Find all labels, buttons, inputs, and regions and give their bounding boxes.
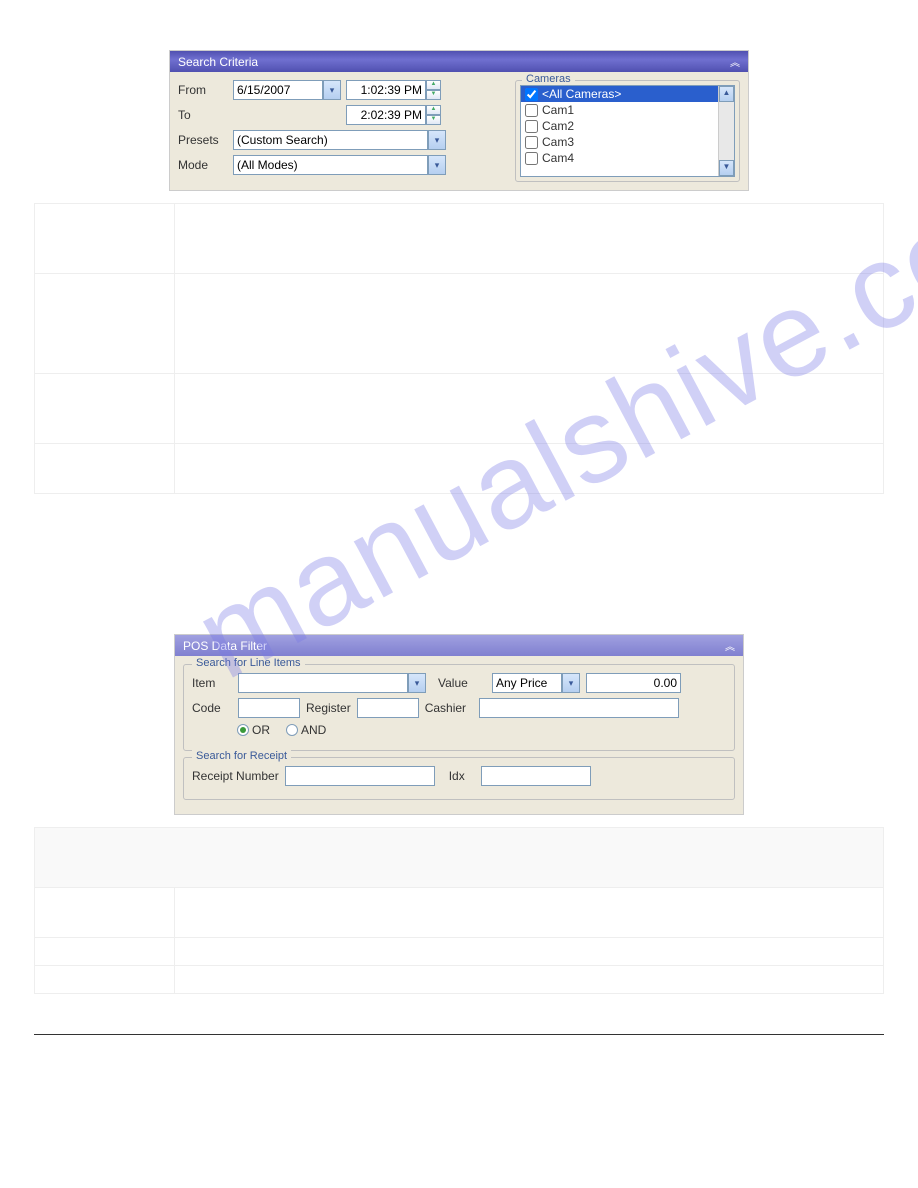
group-legend: Search for Line Items (192, 657, 305, 669)
idx-input[interactable] (481, 766, 591, 786)
scrollbar[interactable]: ▲ ▼ (718, 86, 734, 176)
table-cell (175, 444, 884, 494)
mode-select[interactable] (233, 155, 446, 175)
to-label: To (178, 108, 233, 122)
scroll-down-icon[interactable]: ▼ (719, 160, 734, 176)
presets-input[interactable] (233, 130, 428, 150)
camera-checkbox[interactable] (525, 120, 538, 133)
table-cell (175, 274, 884, 374)
chevron-up-icon[interactable]: ︽ (725, 638, 735, 653)
to-time-spinner[interactable]: ▲ ▼ (426, 105, 441, 125)
table-cell (35, 204, 175, 274)
pos-data-filter-panel: POS Data Filter ︽ Search for Line Items … (174, 634, 744, 815)
code-label: Code (192, 701, 232, 715)
presets-label: Presets (178, 133, 233, 147)
spinner-up-icon[interactable]: ▲ (426, 80, 441, 90)
camera-item[interactable]: Cam4 (521, 150, 734, 166)
table-cell (35, 274, 175, 374)
camera-label: Cam3 (542, 135, 574, 149)
table-cell (175, 966, 884, 994)
radio-icon (286, 724, 298, 736)
cameras-group: Cameras <All Cameras> Cam1 Cam2 Cam3 (515, 80, 740, 182)
or-radio[interactable]: OR (237, 723, 270, 737)
item-input[interactable] (238, 673, 408, 693)
table-cell (175, 204, 884, 274)
camera-label: Cam4 (542, 151, 574, 165)
chevron-down-icon[interactable] (428, 155, 446, 175)
value-label: Value (438, 676, 486, 690)
spinner-down-icon[interactable]: ▼ (426, 90, 441, 100)
from-time-spinner[interactable]: ▲ ▼ (426, 80, 441, 100)
from-date-picker[interactable] (233, 80, 341, 100)
scroll-up-icon[interactable]: ▲ (719, 86, 734, 102)
search-line-items-group: Search for Line Items Item Value Code Re… (183, 664, 735, 751)
cashier-label: Cashier (425, 701, 473, 715)
receipt-number-label: Receipt Number (192, 769, 279, 783)
table-cell (35, 938, 175, 966)
from-date-input[interactable] (233, 80, 323, 100)
chevron-down-icon[interactable] (428, 130, 446, 150)
spinner-up-icon[interactable]: ▲ (426, 105, 441, 115)
camera-item[interactable]: Cam1 (521, 102, 734, 118)
receipt-number-input[interactable] (285, 766, 435, 786)
idx-label: Idx (449, 769, 465, 783)
camera-label: <All Cameras> (542, 87, 621, 101)
table-cell (175, 374, 884, 444)
panel-title: Search Criteria (178, 55, 258, 69)
table-cell (35, 966, 175, 994)
table-cell (35, 888, 175, 938)
table-cell (35, 374, 175, 444)
and-radio[interactable]: AND (286, 723, 326, 737)
mode-label: Mode (178, 158, 233, 172)
description-table-2 (34, 827, 884, 994)
register-label: Register (306, 701, 351, 715)
code-input[interactable] (238, 698, 300, 718)
spinner-down-icon[interactable]: ▼ (426, 115, 441, 125)
radio-icon (237, 724, 249, 736)
camera-item[interactable]: Cam3 (521, 134, 734, 150)
table-cell (175, 888, 884, 938)
group-legend: Search for Receipt (192, 750, 291, 762)
cashier-input[interactable] (479, 698, 679, 718)
camera-checkbox[interactable] (525, 88, 538, 101)
search-criteria-panel: Search Criteria ︽ From ▲ ▼ To (169, 50, 749, 191)
item-label: Item (192, 676, 232, 690)
camera-label: Cam1 (542, 103, 574, 117)
table-cell (175, 938, 884, 966)
value-amount-input[interactable] (586, 673, 681, 693)
radio-label: AND (301, 723, 326, 737)
chevron-down-icon[interactable] (562, 673, 580, 693)
chevron-up-icon[interactable]: ︽ (730, 54, 740, 69)
chevron-down-icon[interactable] (408, 673, 426, 693)
cameras-listbox[interactable]: <All Cameras> Cam1 Cam2 Cam3 Cam4 (520, 85, 735, 177)
presets-select[interactable] (233, 130, 446, 150)
camera-checkbox[interactable] (525, 136, 538, 149)
panel-title: POS Data Filter (183, 639, 267, 653)
table-header-cell (35, 828, 884, 888)
from-time-input[interactable] (346, 80, 426, 100)
value-select[interactable] (492, 673, 580, 693)
table-cell (35, 444, 175, 494)
value-type-input[interactable] (492, 673, 562, 693)
chevron-down-icon[interactable] (323, 80, 341, 100)
camera-item-all[interactable]: <All Cameras> (521, 86, 734, 102)
register-input[interactable] (357, 698, 419, 718)
search-receipt-group: Search for Receipt Receipt Number Idx (183, 757, 735, 800)
from-label: From (178, 83, 233, 97)
mode-input[interactable] (233, 155, 428, 175)
camera-item[interactable]: Cam2 (521, 118, 734, 134)
item-select[interactable] (238, 673, 426, 693)
pos-filter-header[interactable]: POS Data Filter ︽ (175, 635, 743, 656)
search-criteria-header[interactable]: Search Criteria ︽ (170, 51, 748, 72)
camera-checkbox[interactable] (525, 104, 538, 117)
description-table-1 (34, 203, 884, 494)
camera-checkbox[interactable] (525, 152, 538, 165)
cameras-legend: Cameras (522, 73, 575, 85)
radio-label: OR (252, 723, 270, 737)
camera-label: Cam2 (542, 119, 574, 133)
to-time-input[interactable] (346, 105, 426, 125)
